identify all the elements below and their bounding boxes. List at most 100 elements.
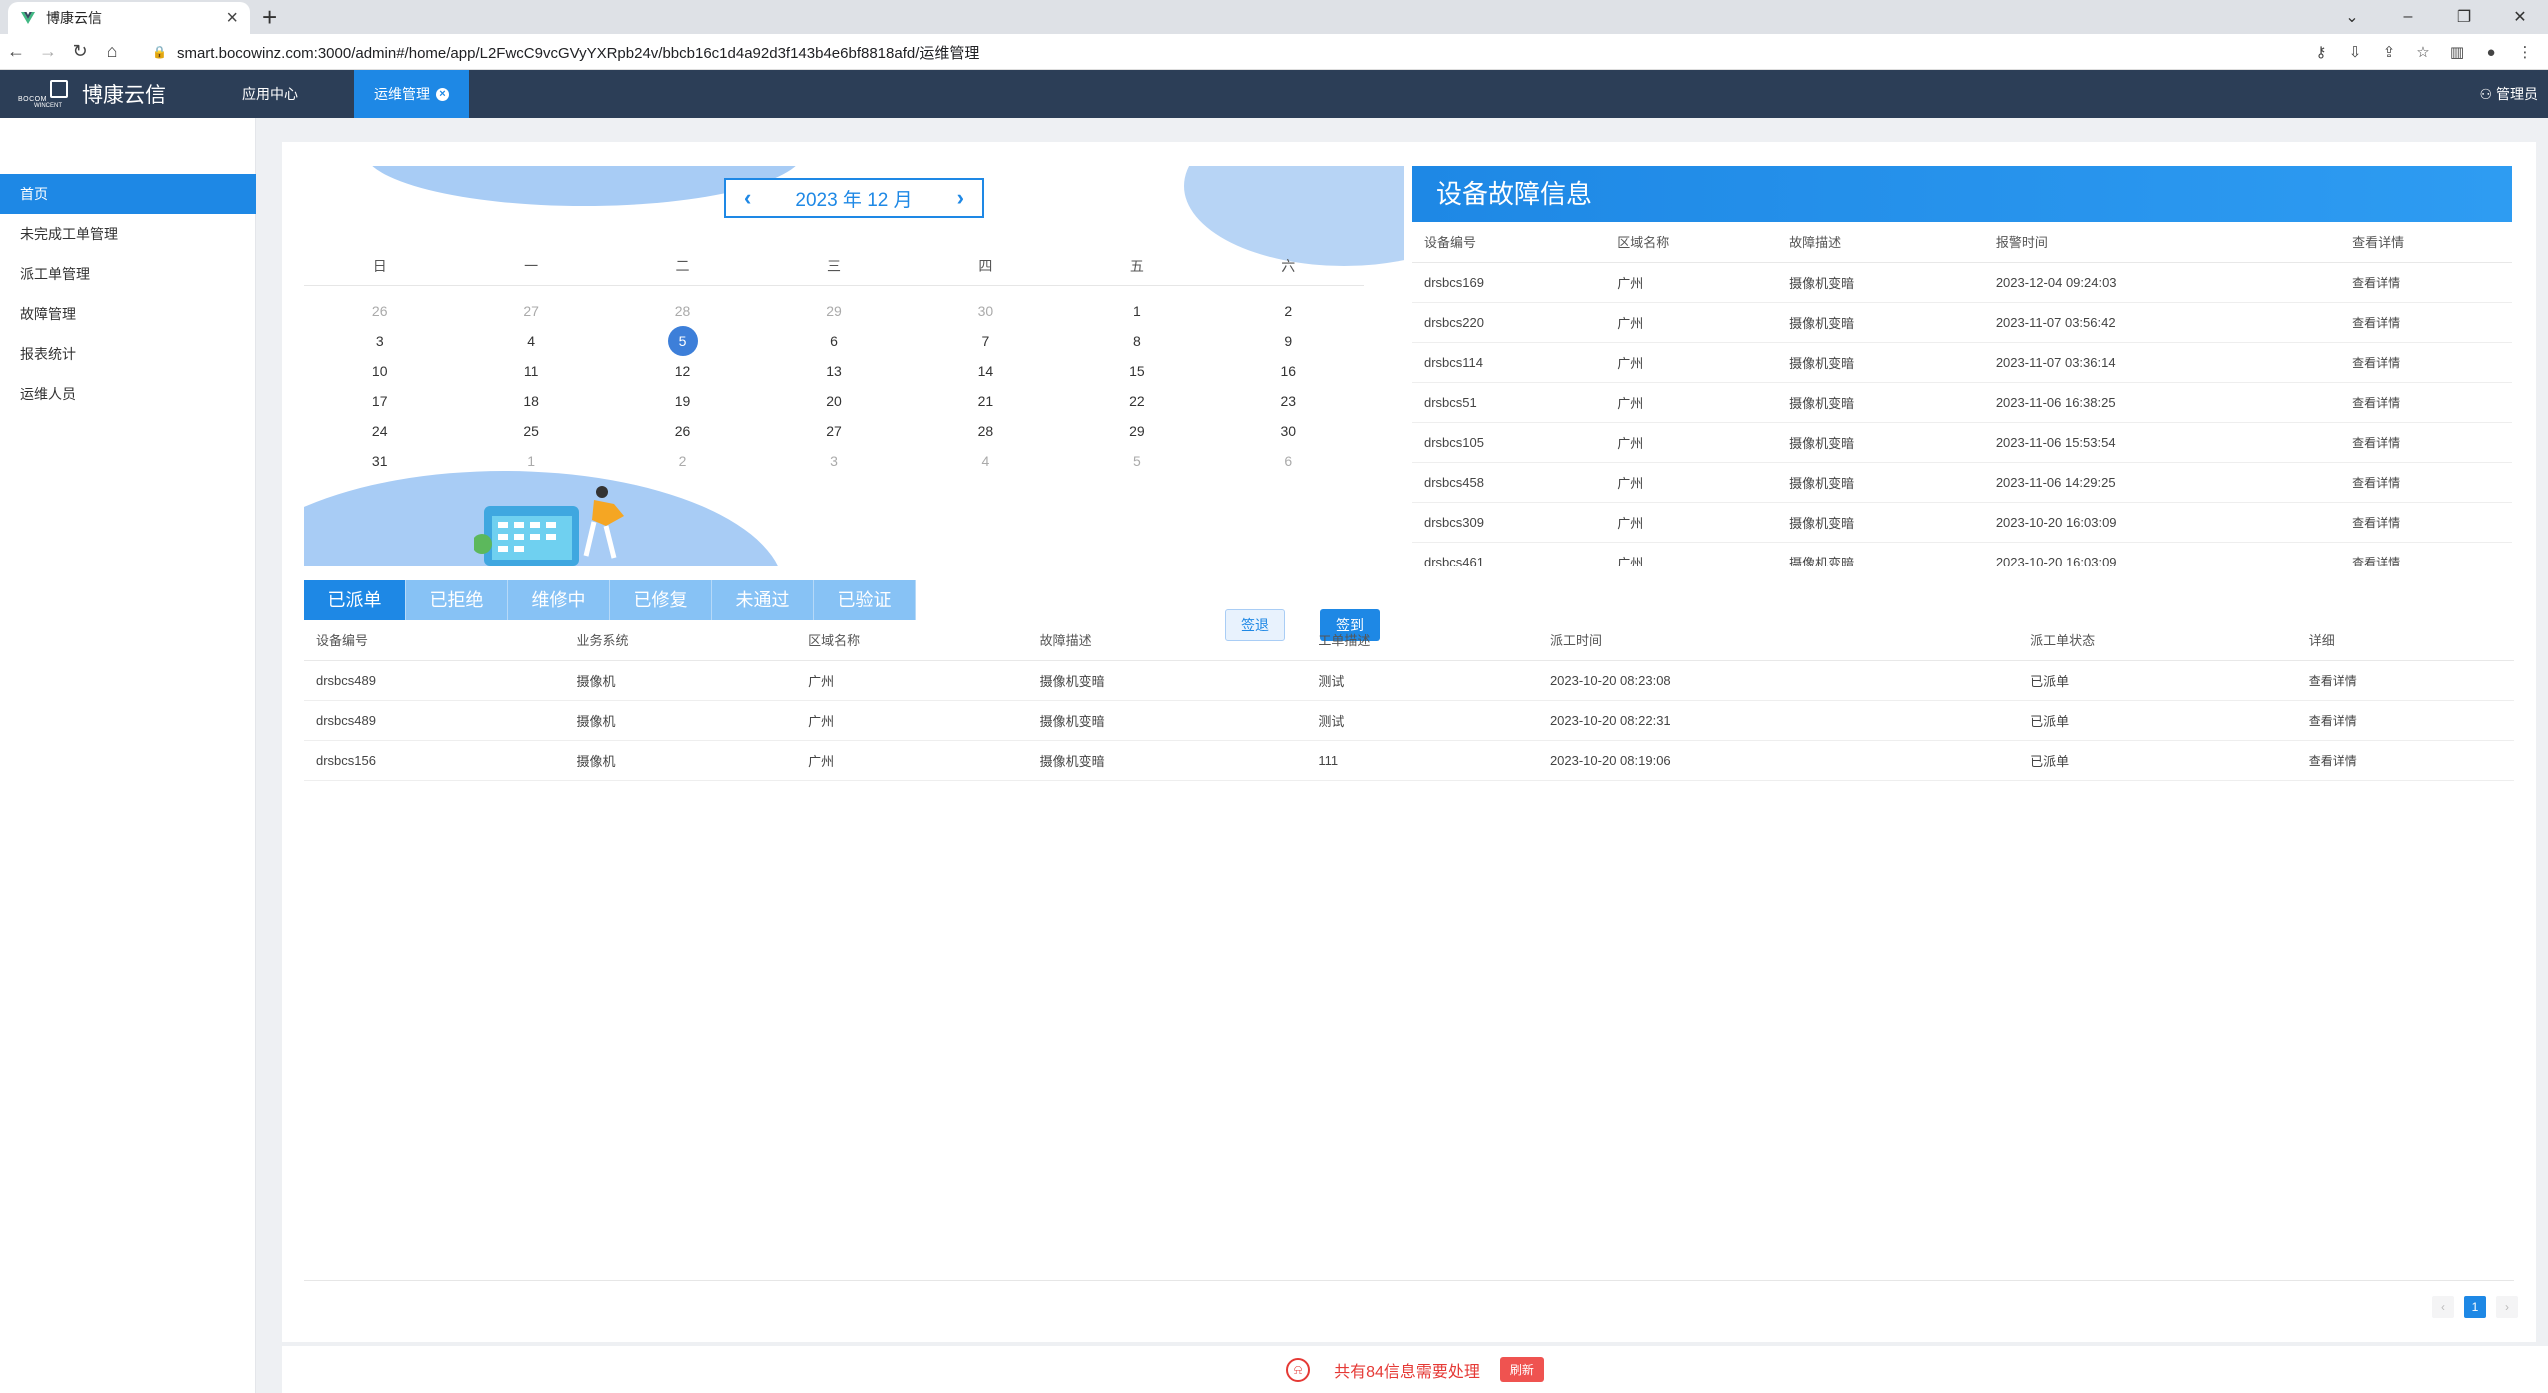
back-icon[interactable]: ← bbox=[0, 41, 32, 62]
calendar-day[interactable]: 13 bbox=[758, 356, 909, 386]
calendar-day[interactable]: 28 bbox=[607, 296, 758, 326]
view-details-link[interactable]: 查看详情 bbox=[2340, 382, 2512, 423]
calendar-day[interactable]: 23 bbox=[1213, 386, 1364, 416]
profile-icon[interactable]: ● bbox=[2474, 44, 2508, 61]
table-cell: 广州 bbox=[1605, 342, 1778, 383]
calendar-day[interactable]: 3 bbox=[758, 446, 909, 476]
calendar-day[interactable]: 8 bbox=[1061, 326, 1212, 356]
calendar-day[interactable]: 16 bbox=[1213, 356, 1364, 386]
menu-icon[interactable]: ⋮ bbox=[2508, 43, 2542, 61]
calendar-day[interactable]: 29 bbox=[1061, 416, 1212, 446]
calendar-day[interactable]: 1 bbox=[1061, 296, 1212, 326]
tab-workorder-status[interactable]: 已验证 bbox=[814, 580, 916, 620]
calendar-day[interactable]: 4 bbox=[910, 446, 1061, 476]
key-icon[interactable]: ⚷ bbox=[2304, 43, 2338, 61]
view-details-link[interactable]: 查看详情 bbox=[2340, 502, 2512, 543]
calendar-day[interactable]: 3 bbox=[304, 326, 455, 356]
view-details-link[interactable]: 查看详情 bbox=[2296, 740, 2514, 781]
calendar-day[interactable]: 5 bbox=[607, 326, 758, 356]
chevron-left-icon[interactable]: ‹ bbox=[744, 185, 751, 211]
tab-workorder-status[interactable]: 未通过 bbox=[712, 580, 814, 620]
nav-app-center[interactable]: 应用中心 bbox=[222, 70, 318, 118]
chevron-down-icon[interactable]: ⌄ bbox=[2324, 7, 2380, 27]
calendar-day[interactable]: 30 bbox=[1213, 416, 1364, 446]
calendar-day[interactable]: 20 bbox=[758, 386, 909, 416]
view-details-link[interactable]: 查看详情 bbox=[2340, 462, 2512, 503]
view-details-link[interactable]: 查看详情 bbox=[2296, 660, 2514, 701]
sidebar-item-reports[interactable]: 报表统计 bbox=[0, 334, 256, 374]
sidebar-item-staff[interactable]: 运维人员 bbox=[0, 374, 256, 414]
table-cell: 摄像机变暗 bbox=[1777, 302, 1984, 343]
sidebar-item-dispatch-orders[interactable]: 派工单管理 bbox=[0, 254, 256, 294]
view-details-link[interactable]: 查看详情 bbox=[2340, 302, 2512, 343]
download-icon[interactable]: ⇩ bbox=[2338, 43, 2372, 61]
calendar-day[interactable]: 6 bbox=[758, 326, 909, 356]
calendar-day[interactable]: 28 bbox=[910, 416, 1061, 446]
table-cell: 广州 bbox=[796, 700, 1028, 741]
forward-icon[interactable]: → bbox=[32, 41, 64, 62]
close-icon[interactable]: × bbox=[226, 8, 238, 28]
home-icon[interactable]: ⌂ bbox=[96, 41, 128, 62]
sidebar-item-home[interactable]: 首页 bbox=[0, 174, 256, 214]
view-details-link[interactable]: 查看详情 bbox=[2340, 342, 2512, 383]
close-window-icon[interactable]: ✕ bbox=[2492, 7, 2548, 27]
calendar-day[interactable]: 29 bbox=[758, 296, 909, 326]
calendar-day[interactable]: 4 bbox=[455, 326, 606, 356]
browser-tab[interactable]: 博康云信 × bbox=[8, 2, 250, 34]
workorder-tabs: 已派单 已拒绝 维修中 已修复 未通过 已验证 bbox=[304, 580, 916, 620]
reload-icon[interactable]: ↻ bbox=[64, 41, 96, 62]
calendar-day[interactable]: 30 bbox=[910, 296, 1061, 326]
sidebar-item-unfinished-orders[interactable]: 未完成工单管理 bbox=[0, 214, 256, 254]
calendar-day[interactable]: 21 bbox=[910, 386, 1061, 416]
tab-workorder-status[interactable]: 已修复 bbox=[610, 580, 712, 620]
close-tab-icon[interactable]: × bbox=[436, 87, 449, 101]
url-input[interactable]: 🔒 smart.bocowinz.com:3000/admin#/home/ap… bbox=[138, 38, 2318, 66]
calendar-day[interactable]: 26 bbox=[607, 416, 758, 446]
calendar-day[interactable]: 17 bbox=[304, 386, 455, 416]
calendar-day[interactable]: 11 bbox=[455, 356, 606, 386]
view-details-link[interactable]: 查看详情 bbox=[2340, 422, 2512, 463]
calendar-day[interactable]: 26 bbox=[304, 296, 455, 326]
table-row: drsbcs156 摄像机 广州 摄像机变暗 111 2023-10-20 08:19:0… bbox=[304, 740, 2514, 781]
calendar-day[interactable]: 24 bbox=[304, 416, 455, 446]
user-menu[interactable]: ⚇ 管理员 bbox=[2480, 70, 2538, 118]
calendar-day[interactable]: 27 bbox=[758, 416, 909, 446]
restore-icon[interactable]: ❐ bbox=[2436, 7, 2492, 27]
share-icon[interactable]: ⇪ bbox=[2372, 43, 2406, 61]
calendar-day[interactable]: 12 bbox=[607, 356, 758, 386]
refresh-button[interactable]: 刷新 bbox=[1499, 1357, 1544, 1382]
calendar-day[interactable]: 10 bbox=[304, 356, 455, 386]
prev-page-icon[interactable]: ‹ bbox=[2432, 1296, 2454, 1318]
calendar-day[interactable]: 14 bbox=[910, 356, 1061, 386]
calendar-day[interactable]: 9 bbox=[1213, 326, 1364, 356]
tab-workorder-status[interactable]: 维修中 bbox=[508, 580, 610, 620]
view-details-link[interactable]: 查看详情 bbox=[2340, 542, 2512, 566]
new-tab-icon[interactable]: + bbox=[262, 2, 277, 32]
nav-operations[interactable]: 运维管理 × bbox=[354, 70, 469, 118]
tab-workorder-status[interactable]: 已拒绝 bbox=[406, 580, 508, 620]
calendar-day[interactable]: 31 bbox=[304, 446, 455, 476]
tab-workorder-status[interactable]: 已派单 bbox=[304, 580, 406, 620]
chevron-right-icon[interactable]: › bbox=[957, 185, 964, 211]
calendar-day[interactable]: 1 bbox=[455, 446, 606, 476]
minimize-icon[interactable]: – bbox=[2380, 8, 2436, 26]
calendar-day[interactable]: 15 bbox=[1061, 356, 1212, 386]
calendar-day[interactable]: 27 bbox=[455, 296, 606, 326]
star-icon[interactable]: ☆ bbox=[2406, 43, 2440, 61]
sidepanel-icon[interactable]: ▥ bbox=[2440, 43, 2474, 61]
calendar-day[interactable]: 6 bbox=[1213, 446, 1364, 476]
calendar-day[interactable]: 5 bbox=[1061, 446, 1212, 476]
calendar-day[interactable]: 19 bbox=[607, 386, 758, 416]
calendar-day[interactable]: 2 bbox=[607, 446, 758, 476]
view-details-link[interactable]: 查看详情 bbox=[2296, 700, 2514, 741]
page-current[interactable]: 1 bbox=[2464, 1296, 2486, 1318]
view-details-link[interactable]: 查看详情 bbox=[2340, 262, 2512, 303]
next-page-icon[interactable]: › bbox=[2496, 1296, 2518, 1318]
calendar-day[interactable]: 22 bbox=[1061, 386, 1212, 416]
calendar-day[interactable]: 25 bbox=[455, 416, 606, 446]
sidebar-item-faults[interactable]: 故障管理 bbox=[0, 294, 256, 334]
calendar-day[interactable]: 7 bbox=[910, 326, 1061, 356]
calendar-day[interactable]: 18 bbox=[455, 386, 606, 416]
fault-table-header: 故障描述 bbox=[1777, 222, 1984, 263]
calendar-day[interactable]: 2 bbox=[1213, 296, 1364, 326]
